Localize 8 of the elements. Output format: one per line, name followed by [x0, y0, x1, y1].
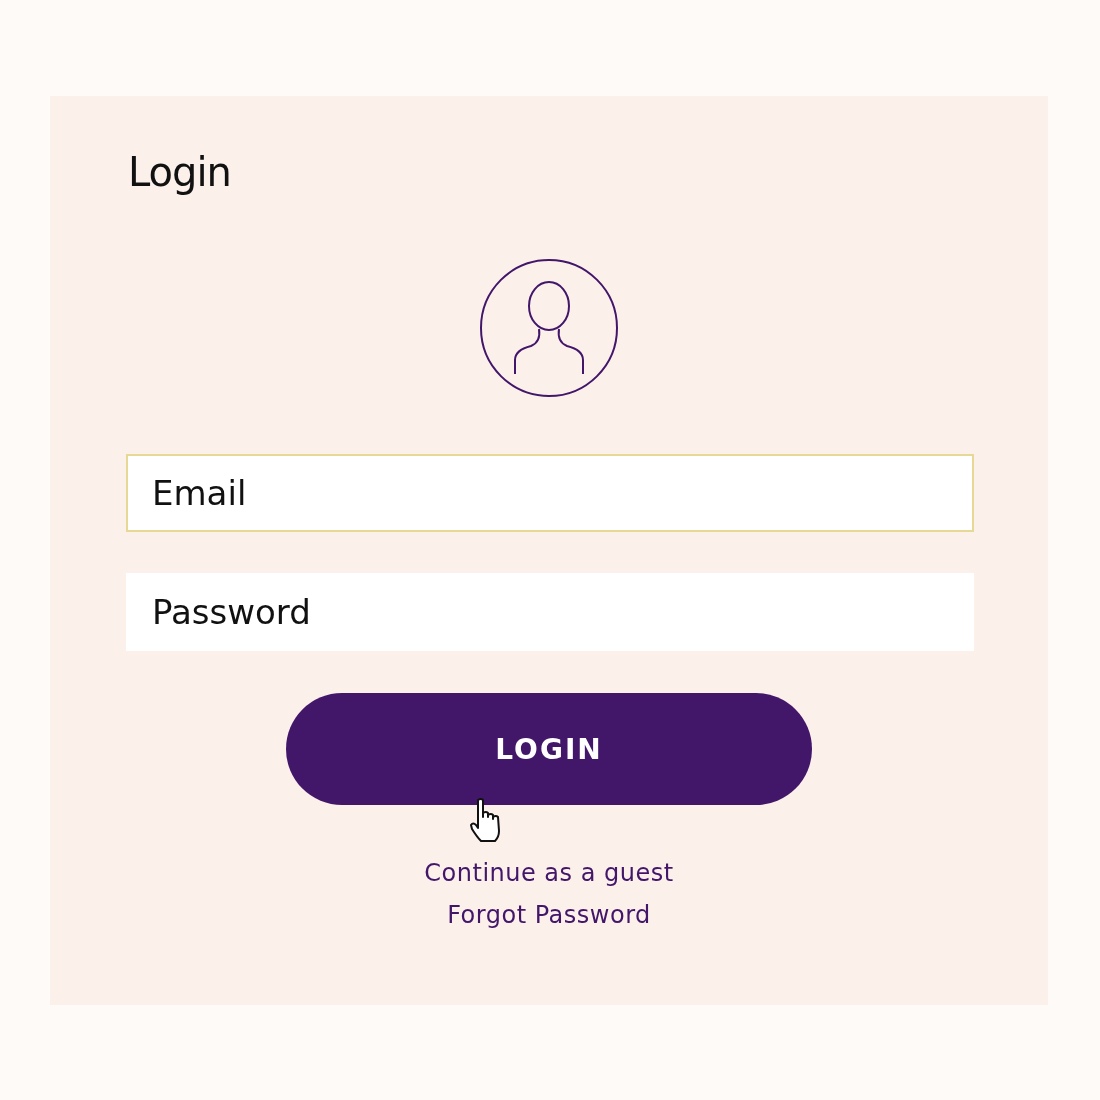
login-title: Login [128, 148, 232, 196]
user-avatar-icon [479, 258, 619, 398]
text-link[interactable]: Continue as a guest [424, 859, 674, 887]
input-field[interactable]: Password [126, 573, 974, 651]
login-button[interactable]: LOGIN [286, 693, 812, 805]
hand-cursor-icon [469, 797, 503, 843]
text-link[interactable]: Forgot Password [447, 901, 651, 929]
input-field[interactable]: Email [126, 454, 974, 532]
